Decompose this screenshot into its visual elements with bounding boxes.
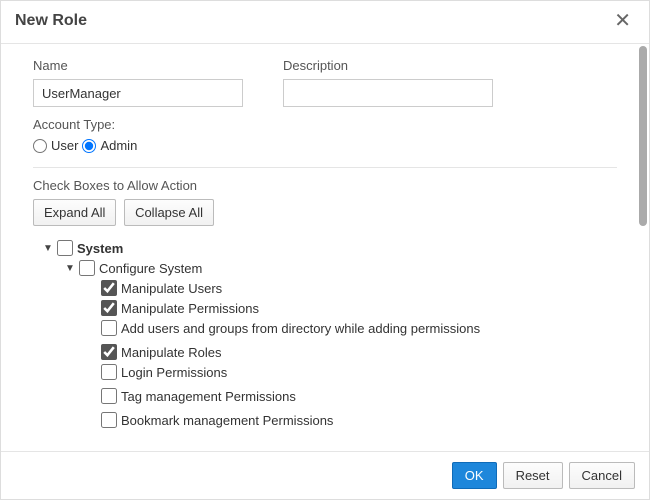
scroll-area: Name Description Account Type: User xyxy=(1,44,637,451)
dialog-body: Name Description Account Type: User xyxy=(1,44,649,451)
node-label: Manipulate Roles xyxy=(121,345,221,360)
twisty-icon[interactable]: ▼ xyxy=(65,263,77,274)
scrollbar-track[interactable] xyxy=(637,44,649,451)
ok-button[interactable]: OK xyxy=(452,462,497,489)
tree-node-add-users-groups: Add users and groups from directory whil… xyxy=(87,320,617,336)
checkbox-system[interactable] xyxy=(57,240,73,256)
tree-node-system: ▼ System ▼ Configure System xyxy=(43,240,617,428)
radio-user-label: User xyxy=(51,138,78,153)
separator xyxy=(33,167,617,168)
description-label: Description xyxy=(283,58,493,73)
radio-user-input[interactable] xyxy=(33,139,47,153)
name-field: Name xyxy=(33,58,243,107)
node-label: Manipulate Permissions xyxy=(121,301,259,316)
checkbox-tag-mgmt[interactable] xyxy=(101,388,117,404)
reset-button[interactable]: Reset xyxy=(503,462,563,489)
tree-node-configure-system: ▼ Configure System Ma xyxy=(65,260,617,428)
checkbox-configure-system[interactable] xyxy=(79,260,95,276)
account-type-label: Account Type: xyxy=(33,117,617,132)
tree-node-login-permissions: Login Permissions xyxy=(87,364,617,380)
checkbox-manipulate-roles[interactable] xyxy=(101,344,117,360)
dialog-footer: OK Reset Cancel xyxy=(1,451,649,499)
checkbox-manipulate-users[interactable] xyxy=(101,280,117,296)
twisty-icon[interactable]: ▼ xyxy=(43,243,55,254)
collapse-all-button[interactable]: Collapse All xyxy=(124,199,214,226)
tree-button-row: Expand All Collapse All xyxy=(33,199,617,226)
radio-admin-label: Admin xyxy=(100,138,137,153)
checkbox-bookmark-mgmt[interactable] xyxy=(101,412,117,428)
new-role-dialog: New Role ✕ Name Description Account Type… xyxy=(0,0,650,500)
node-label-configure-system: Configure System xyxy=(99,261,202,276)
checkbox-login-permissions[interactable] xyxy=(101,364,117,380)
radio-user[interactable]: User xyxy=(33,138,78,153)
tree-node-tag-mgmt: Tag management Permissions xyxy=(87,388,617,404)
name-input[interactable] xyxy=(33,79,243,107)
tree-node-manipulate-users: Manipulate Users xyxy=(87,280,617,296)
node-label: Bookmark management Permissions xyxy=(121,413,333,428)
account-type-radios: User Admin xyxy=(33,138,617,153)
tree-node-bookmark-mgmt: Bookmark management Permissions xyxy=(87,412,617,428)
permissions-tree: ▼ System ▼ Configure System xyxy=(21,240,617,428)
dialog-titlebar: New Role ✕ xyxy=(1,1,649,44)
node-label-system: System xyxy=(77,241,123,256)
node-label: Add users and groups from directory whil… xyxy=(121,321,480,336)
expand-all-button[interactable]: Expand All xyxy=(33,199,116,226)
tree-node-manipulate-permissions: Manipulate Permissions xyxy=(87,300,617,316)
allow-action-label: Check Boxes to Allow Action xyxy=(33,178,617,193)
close-icon[interactable]: ✕ xyxy=(610,11,635,31)
name-label: Name xyxy=(33,58,243,73)
description-field: Description xyxy=(283,58,493,107)
radio-admin-input[interactable] xyxy=(82,139,96,153)
account-type-group: Account Type: User Admin xyxy=(33,117,617,153)
checkbox-add-users-groups[interactable] xyxy=(101,320,117,336)
description-input[interactable] xyxy=(283,79,493,107)
node-label: Tag management Permissions xyxy=(121,389,296,404)
checkbox-manipulate-permissions[interactable] xyxy=(101,300,117,316)
cancel-button[interactable]: Cancel xyxy=(569,462,635,489)
scrollbar-thumb[interactable] xyxy=(639,46,647,226)
radio-admin[interactable]: Admin xyxy=(82,138,137,153)
node-label: Login Permissions xyxy=(121,365,227,380)
node-label: Manipulate Users xyxy=(121,281,222,296)
tree-node-manipulate-roles: Manipulate Roles xyxy=(87,344,617,360)
dialog-title: New Role xyxy=(15,12,87,30)
form-row: Name Description xyxy=(33,58,617,107)
